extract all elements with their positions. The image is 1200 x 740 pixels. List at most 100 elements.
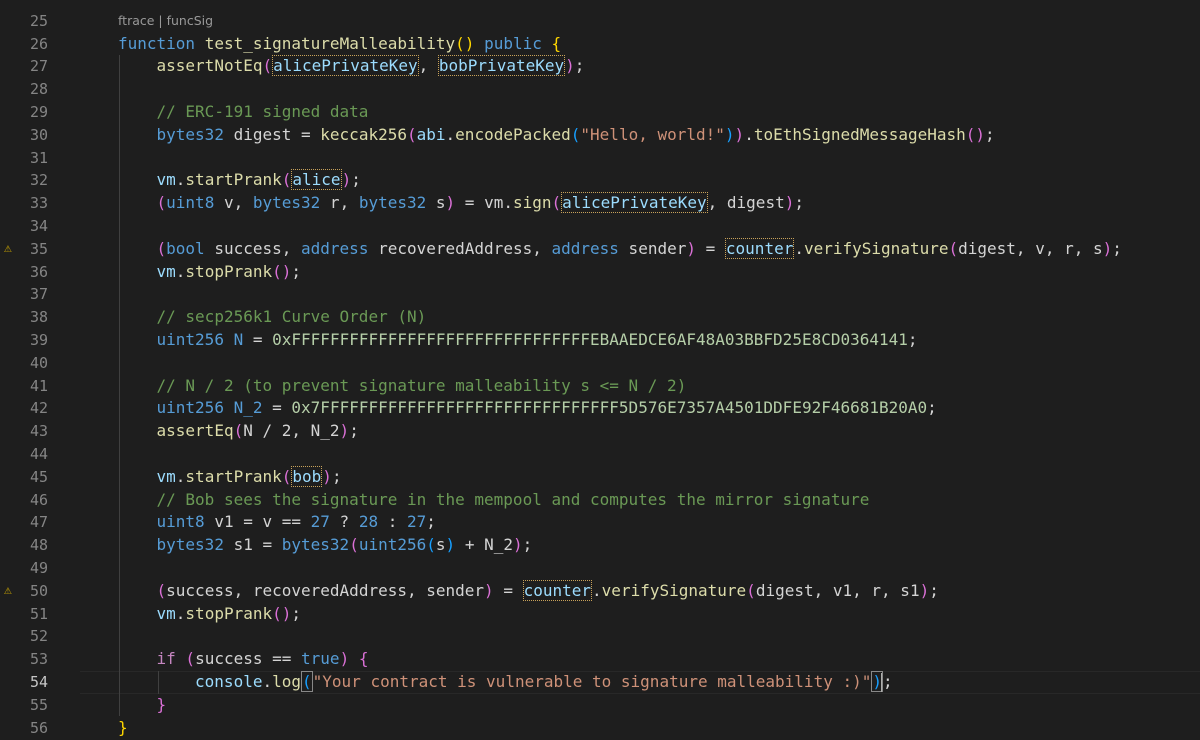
code-line[interactable]: 34	[0, 215, 1200, 238]
line-number[interactable]: 54	[0, 671, 48, 694]
line-number[interactable]: 55	[0, 694, 48, 717]
code-text[interactable]: }	[118, 717, 128, 740]
line-number[interactable]: 37	[0, 283, 48, 306]
code-line[interactable]: 49	[0, 557, 1200, 580]
code-text[interactable]: // Bob sees the signature in the mempool…	[157, 489, 870, 512]
code-line[interactable]: 39 uint256 N = 0xFFFFFFFFFFFFFFFFFFFFFFFF…	[0, 329, 1200, 352]
code-token: vm	[156, 261, 176, 281]
code-line[interactable]: 36 vm.stopPrank();	[0, 261, 1200, 284]
code-line[interactable]: 26 function test_signatureMalleability() …	[0, 33, 1200, 56]
code-line[interactable]: 43 assertEq(N / 2, N_2);	[0, 420, 1200, 443]
code-text[interactable]: uint256 N_2 = 0x7FFFFFFFFFFFFFFFFFFFFFFF…	[157, 397, 937, 420]
code-line[interactable]: 38 // secp256k1 Curve Order (N)	[0, 306, 1200, 329]
code-line[interactable]: 42 uint256 N_2 = 0x7FFFFFFFFFFFFFFFFFFFFF…	[0, 397, 1200, 420]
line-number[interactable]: 42	[0, 397, 48, 420]
code-text[interactable]: (bool success, address recoveredAddress,…	[157, 237, 1122, 261]
code-text[interactable]: vm.stopPrank();	[157, 261, 302, 284]
code-editor[interactable]: 25 ftrace | funcSig 26 function test_sign…	[0, 0, 1200, 740]
code-text[interactable]: bytes32 digest = keccak256(abi.encodePac…	[157, 124, 995, 147]
line-number[interactable]: 31	[0, 147, 48, 170]
line-number[interactable]: 34	[0, 215, 48, 238]
code-text[interactable]: }	[157, 694, 167, 717]
line-number[interactable]: 27	[0, 55, 48, 78]
code-line[interactable]: 41 // N / 2 (to prevent signature malleab…	[0, 375, 1200, 398]
code-text[interactable]: if (success == true) {	[157, 648, 369, 671]
line-number[interactable]: 49	[0, 557, 48, 580]
code-text[interactable]: uint256 N = 0xFFFFFFFFFFFFFFFFFFFFFFFFFF…	[157, 329, 918, 352]
code-text[interactable]: (success, recoveredAddress, sender) = co…	[157, 579, 939, 603]
code-line[interactable]: 44	[0, 443, 1200, 466]
code-text[interactable]: vm.stopPrank();	[157, 603, 302, 626]
code-text[interactable]: assertNotEq(alicePrivateKey, bobPrivateK…	[157, 55, 584, 78]
code-line[interactable]: 27 assertNotEq(alicePrivateKey, bobPrivat…	[0, 55, 1200, 78]
line-number[interactable]: 45	[0, 466, 48, 489]
code-line[interactable]: 53 if (success == true) {	[0, 648, 1200, 671]
code-line[interactable]: 52	[0, 625, 1200, 648]
line-number[interactable]: 36	[0, 261, 48, 284]
line-number[interactable]: 29	[0, 101, 48, 124]
line-number[interactable]: 39	[0, 329, 48, 352]
code-token: vm	[156, 170, 176, 190]
code-text[interactable]: vm.startPrank(alice);	[157, 169, 361, 192]
code-line[interactable]: 48 bytes32 s1 = bytes32(uint256(s) + N_2)…	[0, 534, 1200, 557]
code-line[interactable]: 55}	[0, 694, 1200, 717]
code-token: .	[175, 603, 186, 623]
code-line[interactable]: ⚠ 35 (bool success, address recoveredAddre…	[0, 237, 1200, 261]
code-text[interactable]: // ERC-191 signed data	[157, 101, 369, 124]
code-line[interactable]: 54 console.log("Your contract is vulnerab…	[0, 670, 1200, 694]
code-line[interactable]: 28	[0, 78, 1200, 101]
code-line[interactable]: 56}	[0, 717, 1200, 740]
line-number[interactable]: 41	[0, 375, 48, 398]
code-token: ;	[349, 421, 359, 441]
line-number[interactable]: 43	[0, 420, 48, 443]
code-text[interactable]: (uint8 v, bytes32 r, bytes32 s) = vm.sig…	[157, 192, 804, 215]
line-number[interactable]: 48	[0, 534, 48, 557]
code-token: =	[493, 580, 523, 600]
codelens-ftrace[interactable]: ftrace | funcSig	[118, 10, 213, 32]
code-text[interactable]: uint8 v1 = v == 27 ? 28 : 27;	[157, 511, 436, 534]
line-number[interactable]: 52	[0, 625, 48, 648]
code-token: ;	[426, 512, 436, 532]
line-number[interactable]: 50	[0, 580, 48, 603]
code-token: uint8	[166, 193, 215, 213]
code-line[interactable]: 46 // Bob sees the signature in the mempo…	[0, 489, 1200, 512]
line-number[interactable]: 30	[0, 124, 48, 147]
line-number[interactable]: 46	[0, 489, 48, 512]
code-line[interactable]: 29 // ERC-191 signed data	[0, 101, 1200, 124]
line-number[interactable]: 53	[0, 648, 48, 671]
code-text[interactable]: assertEq(N / 2, N_2);	[157, 420, 359, 443]
line-number[interactable]: 33	[0, 192, 48, 215]
code-line[interactable]: 37	[0, 283, 1200, 306]
code-line[interactable]: 40	[0, 352, 1200, 375]
code-token: (	[551, 193, 562, 213]
code-line[interactable]: ⚠ 50 (success, recoveredAddress, sender) =…	[0, 579, 1200, 603]
code-text[interactable]: function test_signatureMalleability() pu…	[118, 33, 561, 56]
line-number[interactable]: 44	[0, 443, 48, 466]
indent-guide	[157, 670, 159, 694]
code-token: "Your contract is vulnerable to signatur…	[312, 671, 872, 691]
code-token: )	[445, 535, 456, 555]
code-token: // Bob sees the signature in the mempool…	[156, 489, 870, 509]
code-line[interactable]: 51 vm.stopPrank();	[0, 603, 1200, 626]
code-text[interactable]: // secp256k1 Curve Order (N)	[157, 306, 427, 329]
line-number[interactable]: 26	[0, 33, 48, 56]
code-line[interactable]: 31	[0, 147, 1200, 170]
line-number[interactable]: 35	[0, 238, 48, 261]
line-number[interactable]: 40	[0, 352, 48, 375]
code-text[interactable]: // N / 2 (to prevent signature malleabil…	[157, 375, 687, 398]
code-line[interactable]: 33 (uint8 v, bytes32 r, bytes32 s) = vm.s…	[0, 192, 1200, 215]
line-number[interactable]: 38	[0, 306, 48, 329]
code-line[interactable]: 30 bytes32 digest = keccak256(abi.encodeP…	[0, 124, 1200, 147]
line-number[interactable]: 28	[0, 78, 48, 101]
code-line[interactable]: 47 uint8 v1 = v == 27 ? 28 : 27;	[0, 511, 1200, 534]
line-number[interactable]: 51	[0, 603, 48, 626]
code-token: uint8	[156, 512, 205, 532]
code-line[interactable]: 32 vm.startPrank(alice);	[0, 169, 1200, 192]
line-number[interactable]: 56	[0, 717, 48, 740]
code-line[interactable]: 45 vm.startPrank(bob);	[0, 465, 1200, 489]
code-text[interactable]: vm.startPrank(bob);	[157, 465, 342, 489]
line-number[interactable]: 47	[0, 511, 48, 534]
code-text[interactable]: bytes32 s1 = bytes32(uint256(s) + N_2);	[157, 534, 533, 557]
code-text[interactable]: console.log("Your contract is vulnerable…	[195, 670, 893, 694]
line-number[interactable]: 32	[0, 169, 48, 192]
